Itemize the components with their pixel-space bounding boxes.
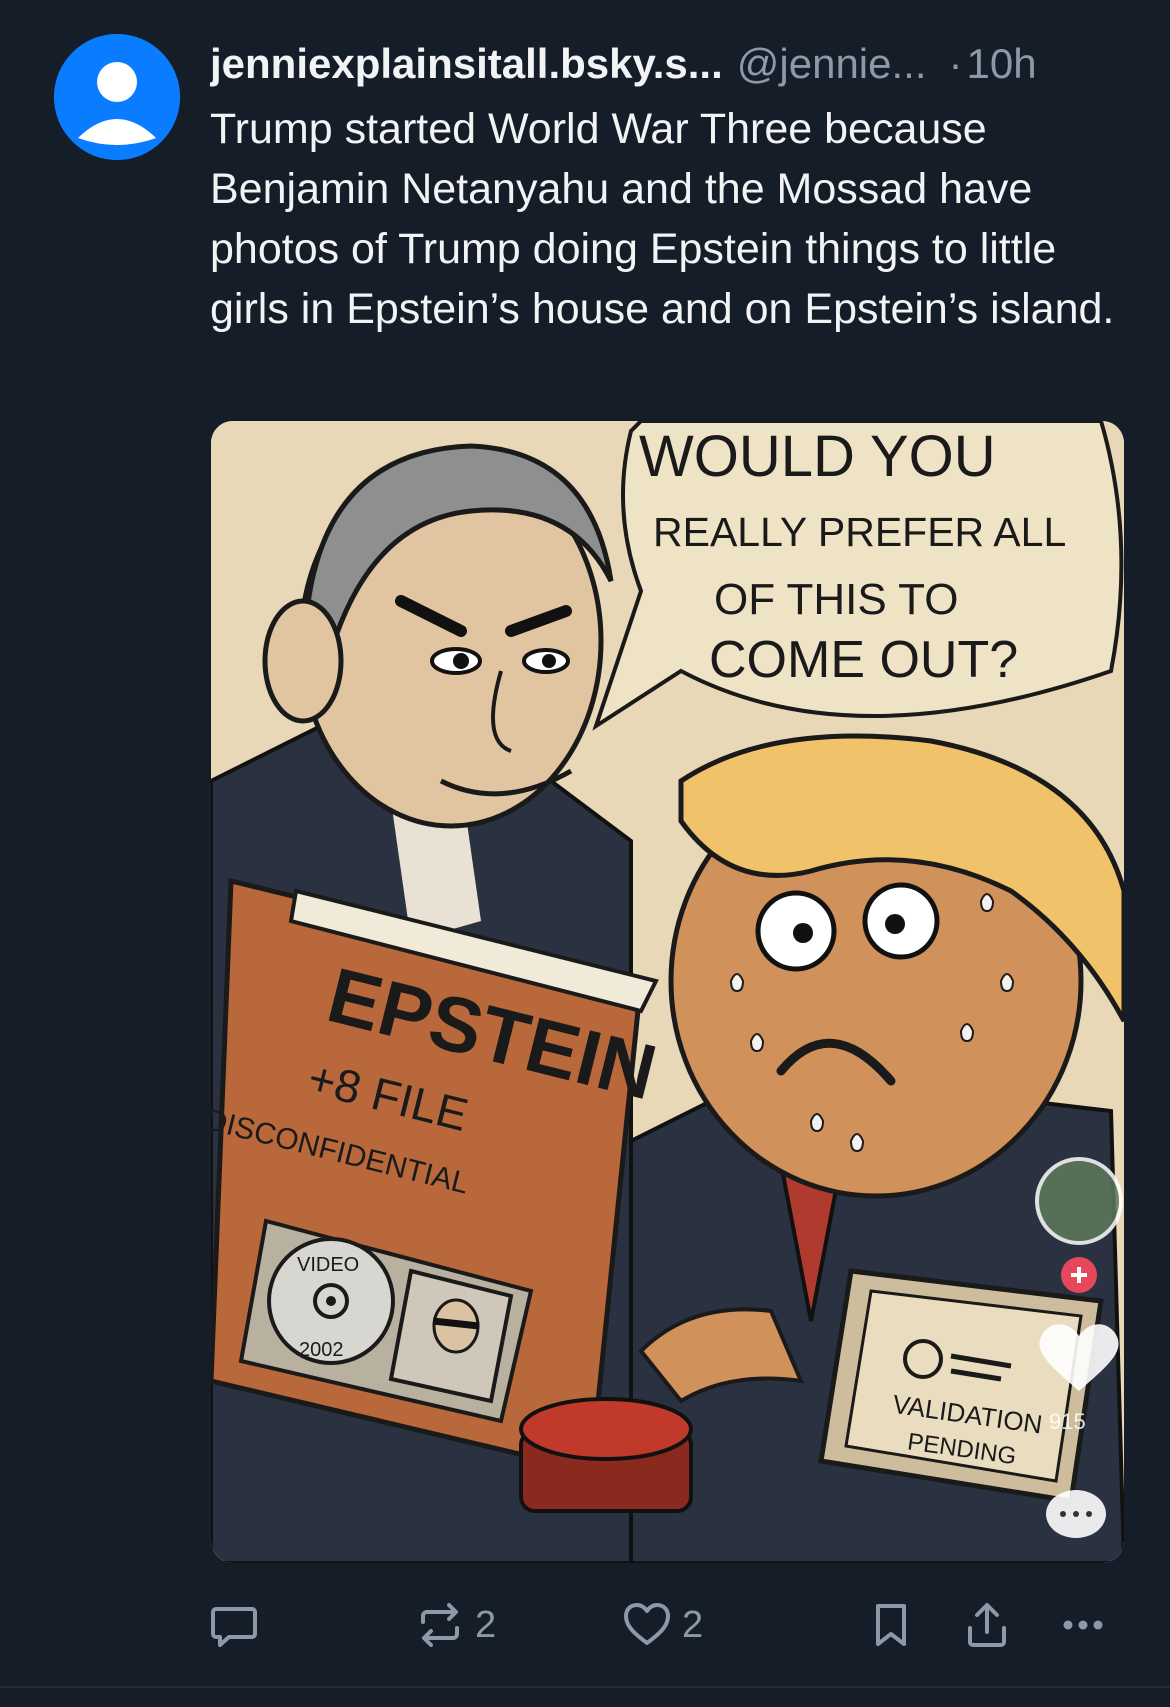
- post-header: jenniexplainsitall.bsky.s... @jennie... …: [210, 34, 1130, 94]
- epstein-file-book: EPSTEIN +8 FILE DISCONFIDENTIAL VIDEO 20…: [211, 877, 665, 1475]
- overlay-avatar: [1035, 1157, 1123, 1245]
- reply-button[interactable]: [209, 1590, 269, 1660]
- share-button[interactable]: [962, 1590, 1012, 1660]
- more-button[interactable]: [1058, 1590, 1108, 1660]
- like-button[interactable]: 2: [622, 1590, 703, 1660]
- handle[interactable]: @jennie...: [737, 40, 927, 88]
- default-avatar-icon: [54, 34, 180, 160]
- more-icon: [1063, 1620, 1103, 1630]
- validation-monitor: VALIDATION PENDING: [818, 1268, 1104, 1504]
- timestamp[interactable]: 10h: [967, 40, 1037, 88]
- speech-line-2: REALLY PREFER ALL: [653, 509, 1066, 555]
- like-count: 2: [682, 1603, 704, 1646]
- bookmark-button[interactable]: [866, 1590, 916, 1660]
- disc-year: 2002: [299, 1339, 344, 1361]
- avatar[interactable]: [54, 34, 180, 160]
- heart-icon: [624, 1603, 670, 1645]
- separator: ·: [948, 40, 963, 87]
- bookmark-icon: [876, 1604, 906, 1646]
- speech-line-3: OF THIS TO: [714, 575, 959, 624]
- post-actions: 2 2: [0, 1590, 1170, 1660]
- post-divider: [0, 1686, 1170, 1688]
- post[interactable]: jenniexplainsitall.bsky.s... @jennie... …: [0, 0, 1170, 1707]
- repost-count: 2: [475, 1603, 497, 1646]
- overlay-count: 915: [1049, 1409, 1086, 1434]
- speech-line-1: WOULD YOU: [639, 424, 996, 489]
- share-icon: [968, 1603, 1006, 1647]
- repost-icon: [421, 1603, 459, 1647]
- display-name[interactable]: jenniexplainsitall.bsky.s...: [210, 40, 723, 88]
- repost-button[interactable]: 2: [415, 1590, 496, 1660]
- disc-label: VIDEO: [297, 1254, 359, 1276]
- speech-line-4: COME OUT?: [709, 631, 1018, 689]
- reply-icon: [211, 1607, 257, 1647]
- cartoon-image: WOULD YOU REALLY PREFER ALL OF THIS TO C…: [211, 421, 1124, 1563]
- post-text: Trump started World War Three because Be…: [210, 105, 1115, 333]
- red-button: [519, 1397, 693, 1513]
- post-image[interactable]: WOULD YOU REALLY PREFER ALL OF THIS TO C…: [211, 421, 1124, 1563]
